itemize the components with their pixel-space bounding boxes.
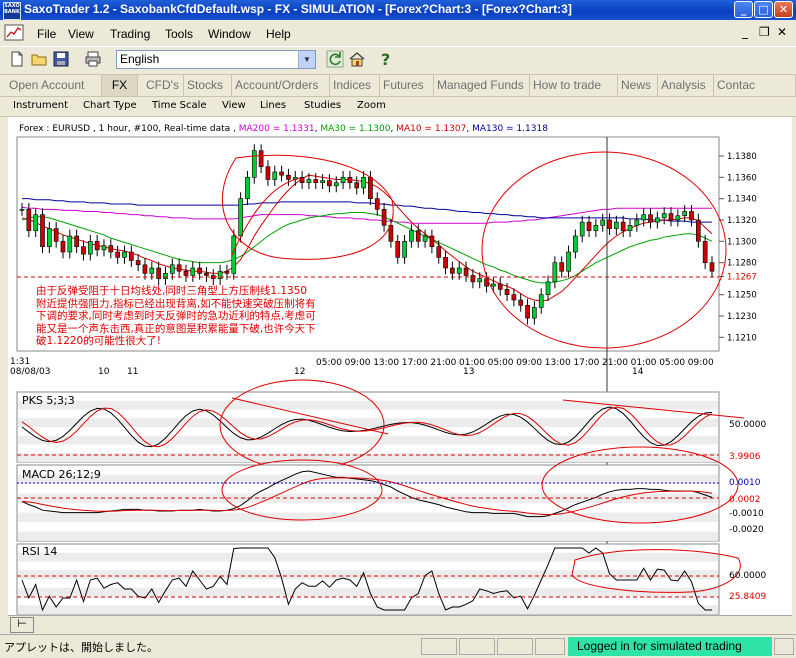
main-toolbar: English ▼ ?: [0, 46, 796, 74]
minimize-button[interactable]: _: [734, 1, 753, 18]
status-cell: [497, 638, 533, 655]
tab-fx[interactable]: FX: [102, 75, 138, 96]
macd-label: MACD 26;12;9: [22, 468, 101, 481]
legend-ma200: MA200 = 1.1331: [238, 124, 315, 134]
macd-value-1: 0.0010: [729, 478, 761, 488]
chart-scrollbar[interactable]: ⊢: [8, 615, 792, 633]
tab-analysis[interactable]: Analysis: [658, 75, 714, 96]
tab-contact[interactable]: Contac: [714, 75, 796, 96]
macd-value-3: -0.0010: [729, 509, 764, 519]
menu-file[interactable]: File: [37, 27, 56, 41]
open-folder-icon[interactable]: [30, 50, 48, 68]
status-cell: [535, 638, 565, 655]
save-icon[interactable]: [52, 50, 70, 68]
mdi-restore-button[interactable]: ❐: [759, 25, 770, 39]
maximize-button[interactable]: □: [754, 1, 773, 18]
status-bar: アプレットは、開始しました。 Logged in for simulated t…: [0, 634, 796, 658]
title-bar[interactable]: SAXO BANK SaxoTrader 1.2 - SaxobankCfdDe…: [0, 0, 796, 20]
status-text: アプレットは、開始しました。: [4, 641, 158, 654]
menu-help[interactable]: Help: [266, 27, 291, 41]
legend-ma10: MA10 = 1.1307: [396, 124, 467, 134]
window-title: SaxoTrader 1.2 - SaxobankCfdDefault.wsp …: [24, 2, 572, 16]
menu-bar: File View Trading Tools Window Help _ ❐ …: [0, 21, 796, 45]
chart-window-icon[interactable]: [4, 24, 24, 41]
rsi-label: RSI 14: [22, 545, 58, 558]
chart-menu-lines[interactable]: Lines: [260, 100, 286, 111]
pks-value-current: 3.9906: [729, 452, 761, 462]
rsi-value-60: 60.0000: [729, 571, 767, 581]
rsi-value-current: 25.8409: [729, 592, 767, 602]
menu-window[interactable]: Window: [208, 27, 251, 41]
pks-label: PKS 5;3;3: [22, 394, 75, 407]
macd-value-2: 0.0002: [729, 495, 761, 505]
legend-ma130: MA130 = 1.1318: [472, 124, 548, 134]
app-icon[interactable]: SAXO BANK: [3, 2, 21, 20]
tab-open-account[interactable]: Open Account: [6, 75, 102, 96]
chevron-down-icon[interactable]: ▼: [298, 51, 315, 68]
home-icon[interactable]: [348, 50, 366, 68]
tab-news[interactable]: News: [618, 75, 658, 96]
legend-prefix: Forex : EURUSD , 1 hour, #100, Real-time…: [19, 124, 236, 134]
legend-ma30: MA30 = 1.1300: [320, 124, 391, 134]
tab-indices[interactable]: Indices: [330, 75, 380, 96]
tab-stocks[interactable]: Stocks: [184, 75, 232, 96]
tab-cfds[interactable]: CFD's: [143, 75, 184, 96]
pks-value-50: 50.0000: [729, 420, 767, 430]
menu-trading[interactable]: Trading: [110, 27, 150, 41]
chart-menu-studies[interactable]: Studies: [304, 100, 341, 111]
chart-menu-view[interactable]: View: [222, 100, 246, 111]
help-icon[interactable]: ?: [376, 50, 394, 68]
chart-area[interactable]: [8, 117, 792, 615]
macd-value-4: -0.0020: [729, 525, 764, 535]
close-button[interactable]: ✕: [774, 1, 793, 18]
language-select-value: English: [120, 52, 160, 66]
chart-menu-time-scale[interactable]: Time Scale: [152, 100, 207, 111]
print-icon[interactable]: [84, 50, 102, 68]
status-cell: [774, 638, 794, 655]
tab-how-to-trade[interactable]: How to trade: [530, 75, 618, 96]
chart-zoom-handle[interactable]: ⊢: [10, 617, 34, 633]
chart-menu-zoom[interactable]: Zoom: [357, 100, 386, 111]
chart-toolbar: Instrument Chart Type Time Scale View Li…: [0, 97, 796, 117]
nav-tabs: Open Account FX CFD's Stocks Account/Ord…: [0, 74, 796, 97]
tab-futures[interactable]: Futures: [380, 75, 434, 96]
login-status: Logged in for simulated trading: [568, 637, 772, 656]
chart-menu-chart-type[interactable]: Chart Type: [83, 100, 137, 111]
mdi-minimize-button[interactable]: _: [742, 25, 748, 39]
refresh-icon[interactable]: [326, 50, 344, 68]
tab-account-orders[interactable]: Account/Orders: [232, 75, 330, 96]
menu-tools[interactable]: Tools: [165, 27, 193, 41]
analysis-annotation: 由于反弹受阻于十日均线处,同时三角型上方压制线1.1350附近提供强阻力,指标已…: [36, 285, 316, 347]
status-cell: [421, 638, 457, 655]
status-cell: [459, 638, 495, 655]
svg-text:?: ?: [381, 50, 390, 68]
chart-legend: Forex : EURUSD , 1 hour, #100, Real-time…: [19, 124, 548, 134]
language-select[interactable]: English ▼: [116, 50, 316, 69]
menu-view[interactable]: View: [68, 27, 94, 41]
new-file-icon[interactable]: [8, 50, 26, 68]
mdi-close-button[interactable]: ✕: [777, 25, 787, 39]
tab-managed-funds[interactable]: Managed Funds: [434, 75, 530, 96]
chart-menu-instrument[interactable]: Instrument: [13, 100, 68, 111]
